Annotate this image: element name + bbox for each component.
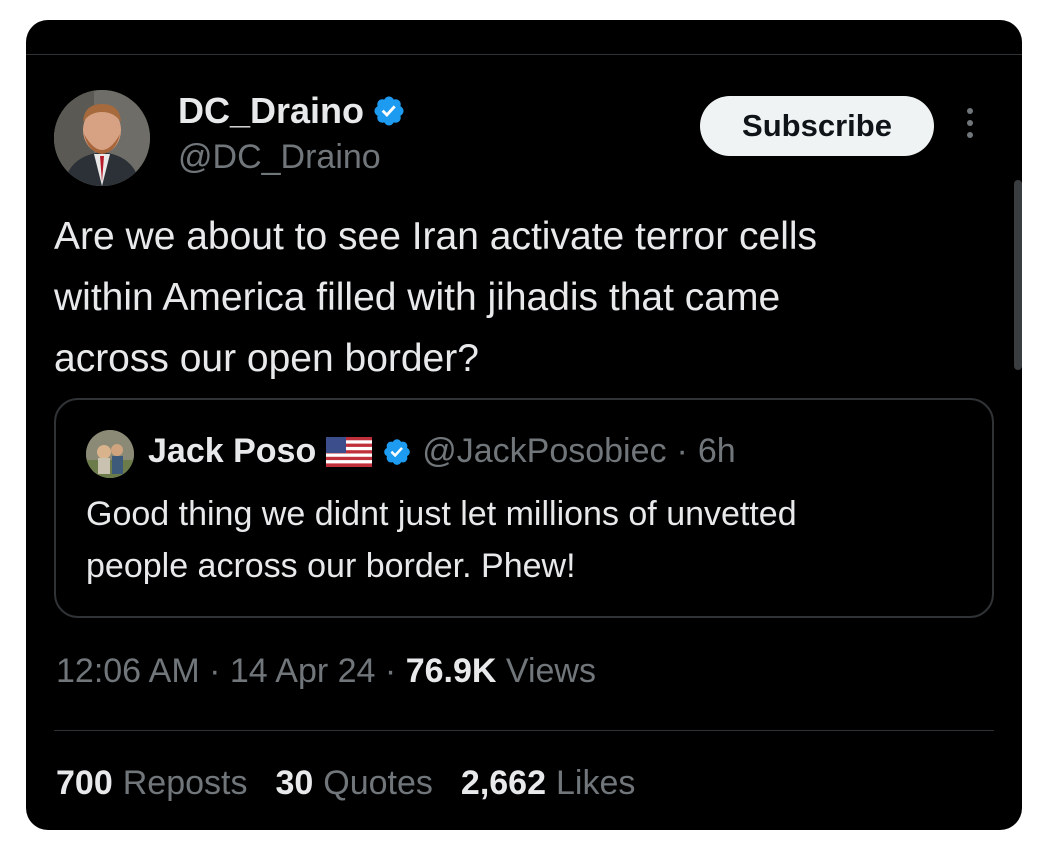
verified-badge-icon — [382, 437, 412, 467]
reposts-count: 700 — [56, 764, 113, 802]
author-avatar[interactable] — [54, 90, 150, 186]
quotes-label: Quotes — [323, 764, 433, 802]
views-count: 76.9K — [405, 652, 497, 690]
stats-divider — [54, 730, 994, 731]
author-name[interactable]: DC_Draino — [178, 90, 364, 132]
tweet-text-line: Are we about to see Iran activate terror… — [54, 215, 818, 258]
tweet-text-line: across our open border? — [54, 337, 479, 380]
quoted-text: Good thing we didnt just let millions of… — [86, 488, 966, 592]
tweet-text: Are we about to see Iran activate terror… — [54, 206, 994, 389]
engagement-stats: 700 Reposts 30 Quotes 2,662 Likes — [56, 764, 635, 803]
subscribe-button[interactable]: Subscribe — [700, 96, 934, 156]
quoted-header: Jack Poso @JackPosobiec · 6h — [148, 432, 736, 471]
tweet-time[interactable]: 12:06 AM — [56, 652, 200, 690]
quoted-age[interactable]: 6h — [698, 432, 736, 471]
separator-dot: · — [676, 432, 688, 470]
verified-badge-icon — [372, 94, 406, 128]
more-options-icon[interactable] — [960, 108, 980, 148]
reposts-label: Reposts — [122, 764, 248, 802]
tweet-meta: 12:06 AM · 14 Apr 24 · 76.9K Views — [56, 652, 596, 691]
likes-count: 2,662 — [460, 764, 547, 802]
tweet-card: DC_Draino @DC_Draino Subscribe Are we ab… — [26, 20, 1022, 830]
likes-label: Likes — [556, 764, 636, 802]
views-label: Views — [505, 652, 596, 690]
tweet-text-line: within America filled with jihadis that … — [54, 276, 781, 319]
quoted-author-avatar — [86, 430, 134, 478]
quoted-author-name[interactable]: Jack Poso — [148, 432, 316, 471]
author-handle[interactable]: @DC_Draino — [178, 138, 381, 177]
quotes-stat[interactable]: 30 Quotes — [275, 764, 432, 803]
tweet-date[interactable]: 14 Apr 24 — [230, 652, 376, 690]
quotes-count: 30 — [275, 764, 314, 802]
us-flag-icon — [326, 436, 373, 467]
quoted-author-handle[interactable]: @JackPosobiec — [422, 432, 666, 471]
quoted-text-line: people across our border. Phew! — [86, 547, 576, 585]
quoted-text-line: Good thing we didnt just let millions of… — [86, 495, 797, 533]
author-name-row[interactable]: DC_Draino — [178, 90, 406, 132]
separator-dot: · — [384, 652, 397, 690]
likes-stat[interactable]: 2,662 Likes — [461, 764, 635, 803]
top-divider — [26, 54, 1022, 55]
reposts-stat[interactable]: 700 Reposts — [56, 764, 247, 803]
quoted-tweet[interactable]: Jack Poso @JackPosobiec · 6h Good thing … — [54, 398, 994, 618]
scrollbar[interactable] — [1014, 180, 1022, 370]
separator-dot: · — [209, 652, 221, 690]
